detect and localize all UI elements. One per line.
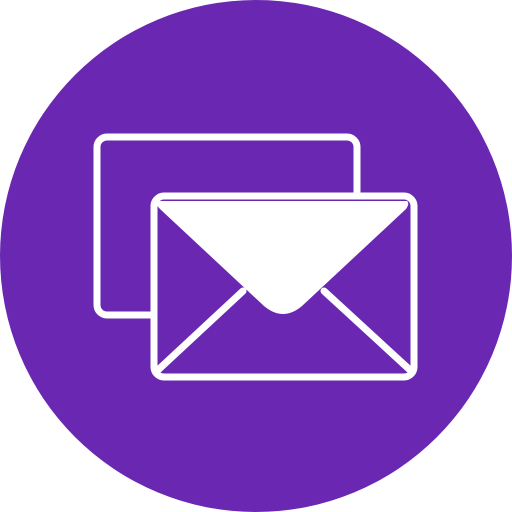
- mail-stack-icon: [0, 0, 512, 512]
- email-icon-badge: [0, 0, 512, 512]
